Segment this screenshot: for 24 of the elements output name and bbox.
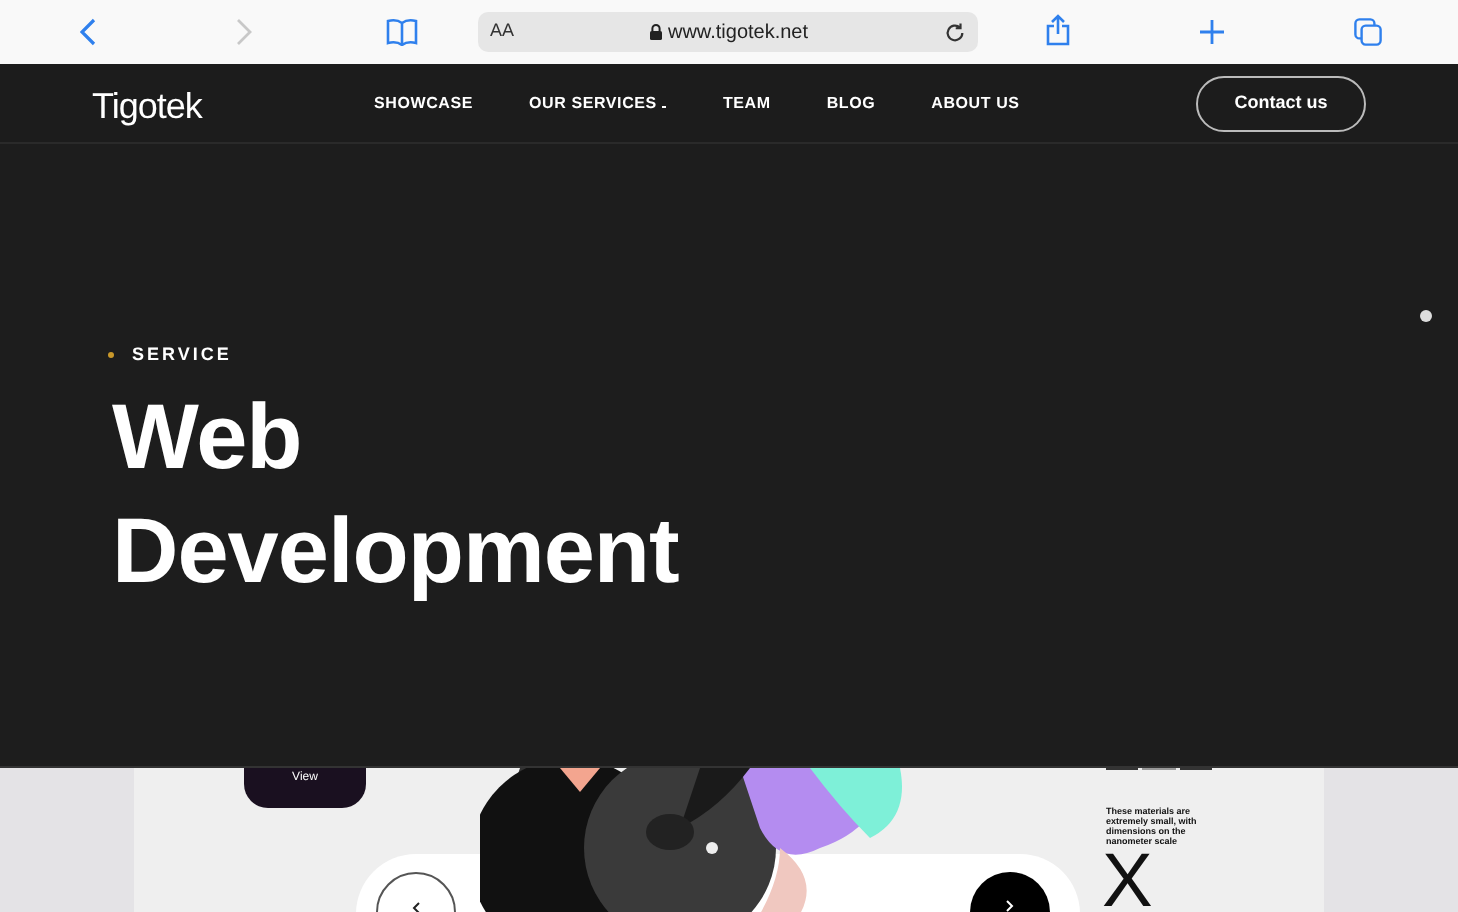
share-icon[interactable] <box>1046 14 1070 46</box>
lock-icon <box>649 24 662 40</box>
address-bar[interactable]: AA www.tigotek.net <box>478 12 978 52</box>
plus-icon[interactable] <box>1200 20 1224 44</box>
contact-button[interactable]: Contact us <box>1196 76 1366 132</box>
nav-link[interactable]: BLOG <box>826 92 876 116</box>
chevron-right-icon <box>1006 900 1014 912</box>
hero-title: Development <box>112 496 679 606</box>
eyebrow-label: SERVICE <box>132 342 232 368</box>
reload-icon[interactable] <box>944 21 966 43</box>
large-letter: X <box>1102 852 1153 912</box>
text-size-label[interactable]: AA <box>490 18 515 46</box>
book-icon[interactable] <box>386 18 418 46</box>
chevron-left-icon <box>412 902 420 912</box>
hero-title: Web <box>112 382 304 492</box>
nav-link[interactable]: SHOWCASE <box>374 92 474 116</box>
bullet-icon <box>108 352 114 359</box>
back-icon[interactable] <box>80 18 96 46</box>
tabs-icon[interactable] <box>1354 18 1382 46</box>
url-text: www.tigotek.net <box>667 19 809 47</box>
nav-link[interactable]: OUR SERVICES <box>529 92 667 116</box>
logo-text[interactable]: Tigotek <box>92 80 202 134</box>
nav-link[interactable]: TEAM <box>722 92 771 116</box>
nav-link[interactable]: ABOUT US <box>931 92 1020 116</box>
